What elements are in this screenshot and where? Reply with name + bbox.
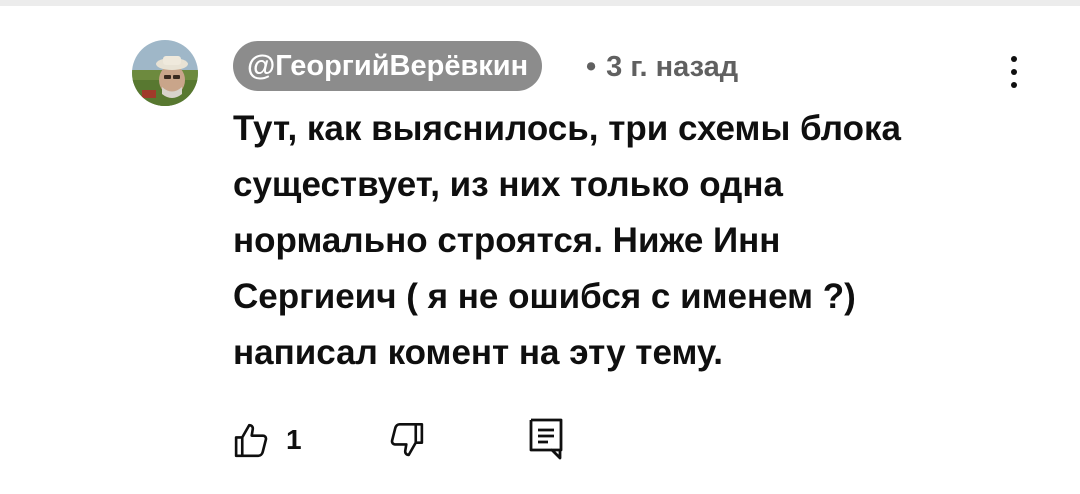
- comment-text-line: Сергиеич ( я не ошибся с именем ?): [233, 277, 856, 316]
- comment-text: Тут, как выяснилось, три схемы блока сущ…: [233, 101, 993, 381]
- comment-text-line: существует, из них только одна: [233, 165, 784, 204]
- reply-comment-icon: [529, 418, 563, 460]
- reply-button[interactable]: [526, 416, 566, 462]
- meta-separator: •: [586, 51, 597, 83]
- author-name-chip[interactable]: @ГеоргийВерёвкин: [233, 41, 543, 91]
- more-vertical-icon[interactable]: [996, 48, 1032, 96]
- avatar[interactable]: [132, 40, 198, 106]
- menu-dot: [1011, 56, 1017, 62]
- menu-dot: [1011, 69, 1017, 75]
- avatar-photo: [132, 40, 198, 106]
- like-count: 1: [286, 424, 302, 455]
- thumbs-up-icon: [234, 423, 268, 458]
- comment-age[interactable]: 3 г. назад: [606, 51, 738, 83]
- comment-text-line: написал комент на эту тему.: [233, 333, 723, 372]
- comment-meta: • 3 г. назад: [586, 48, 738, 86]
- thumbs-down-icon: [390, 422, 424, 457]
- comment-thread-item: @ГеоргийВерёвкин • 3 г. назад Тут, как вы…: [0, 0, 1080, 494]
- like-button[interactable]: 1: [230, 418, 302, 462]
- comment-text-line: Тут, как выяснилось, три схемы блока: [233, 109, 901, 148]
- comment-text-line: нормально строятся. Ниже Инн: [233, 221, 781, 260]
- dislike-button[interactable]: [386, 418, 428, 462]
- menu-dot: [1011, 82, 1017, 88]
